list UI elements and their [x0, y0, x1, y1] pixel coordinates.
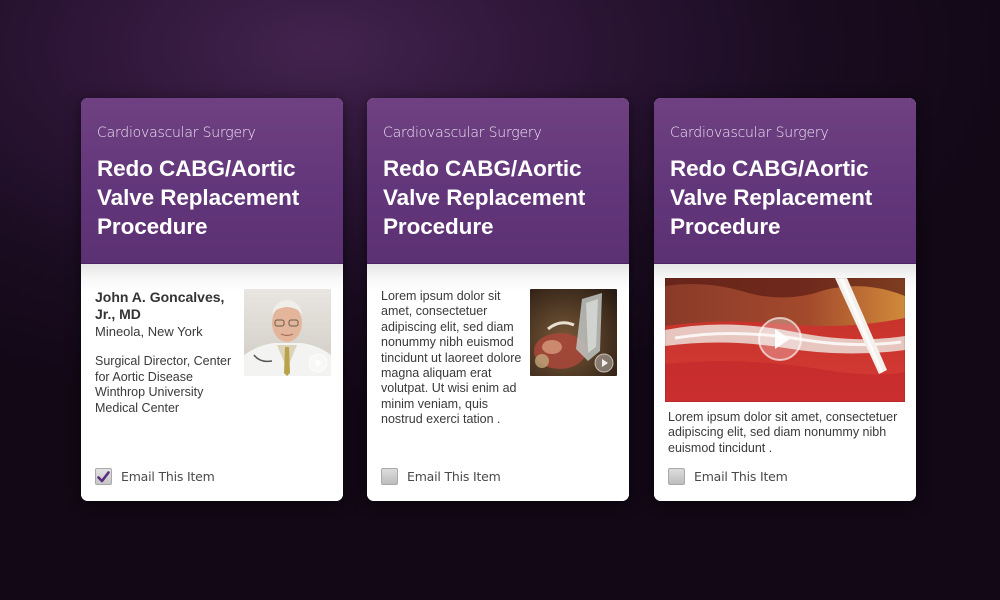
doctor-role: Surgical Director, Center for Aortic Dis…	[95, 354, 232, 415]
procedure-card-2[interactable]: Cardiovascular Surgery Redo CABG/Aortic …	[367, 98, 629, 501]
email-item-row[interactable]: Email This Item	[381, 468, 501, 485]
card-title[interactable]: Redo CABG/Aortic Valve Replacement Proce…	[670, 154, 900, 241]
play-icon[interactable]	[308, 353, 328, 373]
email-checkbox[interactable]	[668, 468, 685, 485]
email-label[interactable]: Email This Item	[694, 469, 788, 484]
card-body: John A. Goncalves, Jr., MD Mineola, New …	[81, 264, 343, 501]
procedure-video-thumbnail[interactable]	[530, 289, 617, 376]
doctor-location: Mineola, New York	[95, 324, 203, 339]
procedure-video-player[interactable]	[665, 278, 905, 402]
doctor-info: John A. Goncalves, Jr., MD Mineola, New …	[95, 289, 235, 416]
play-icon[interactable]	[757, 316, 803, 362]
checkmark-icon	[97, 470, 110, 482]
card-header: Cardiovascular Surgery Redo CABG/Aortic …	[367, 98, 629, 264]
email-item-row[interactable]: Email This Item	[668, 468, 788, 485]
email-checkbox[interactable]	[95, 468, 112, 485]
email-label[interactable]: Email This Item	[121, 469, 215, 484]
procedure-card-1[interactable]: Cardiovascular Surgery Redo CABG/Aortic …	[81, 98, 343, 501]
doctor-video-thumbnail[interactable]	[244, 289, 331, 376]
email-label[interactable]: Email This Item	[407, 469, 501, 484]
card-body: Lorem ipsum dolor sit amet, consectetuer…	[654, 264, 916, 501]
card-category: Cardiovascular Surgery	[383, 125, 542, 141]
card-description: Lorem ipsum dolor sit amet, consectetuer…	[668, 410, 898, 455]
card-category: Cardiovascular Surgery	[670, 125, 829, 141]
card-title[interactable]: Redo CABG/Aortic Valve Replacement Proce…	[97, 154, 327, 241]
card-header: Cardiovascular Surgery Redo CABG/Aortic …	[654, 98, 916, 264]
procedure-card-3[interactable]: Cardiovascular Surgery Redo CABG/Aortic …	[654, 98, 916, 501]
card-header: Cardiovascular Surgery Redo CABG/Aortic …	[81, 98, 343, 264]
card-category: Cardiovascular Surgery	[97, 125, 256, 141]
play-icon[interactable]	[594, 353, 614, 373]
email-checkbox[interactable]	[381, 468, 398, 485]
email-item-row[interactable]: Email This Item	[95, 468, 215, 485]
card-description: Lorem ipsum dolor sit amet, consectetuer…	[381, 289, 522, 427]
card-title[interactable]: Redo CABG/Aortic Valve Replacement Proce…	[383, 154, 613, 241]
doctor-name: John A. Goncalves, Jr., MD	[95, 289, 225, 322]
card-body: Lorem ipsum dolor sit amet, consectetuer…	[367, 264, 629, 501]
